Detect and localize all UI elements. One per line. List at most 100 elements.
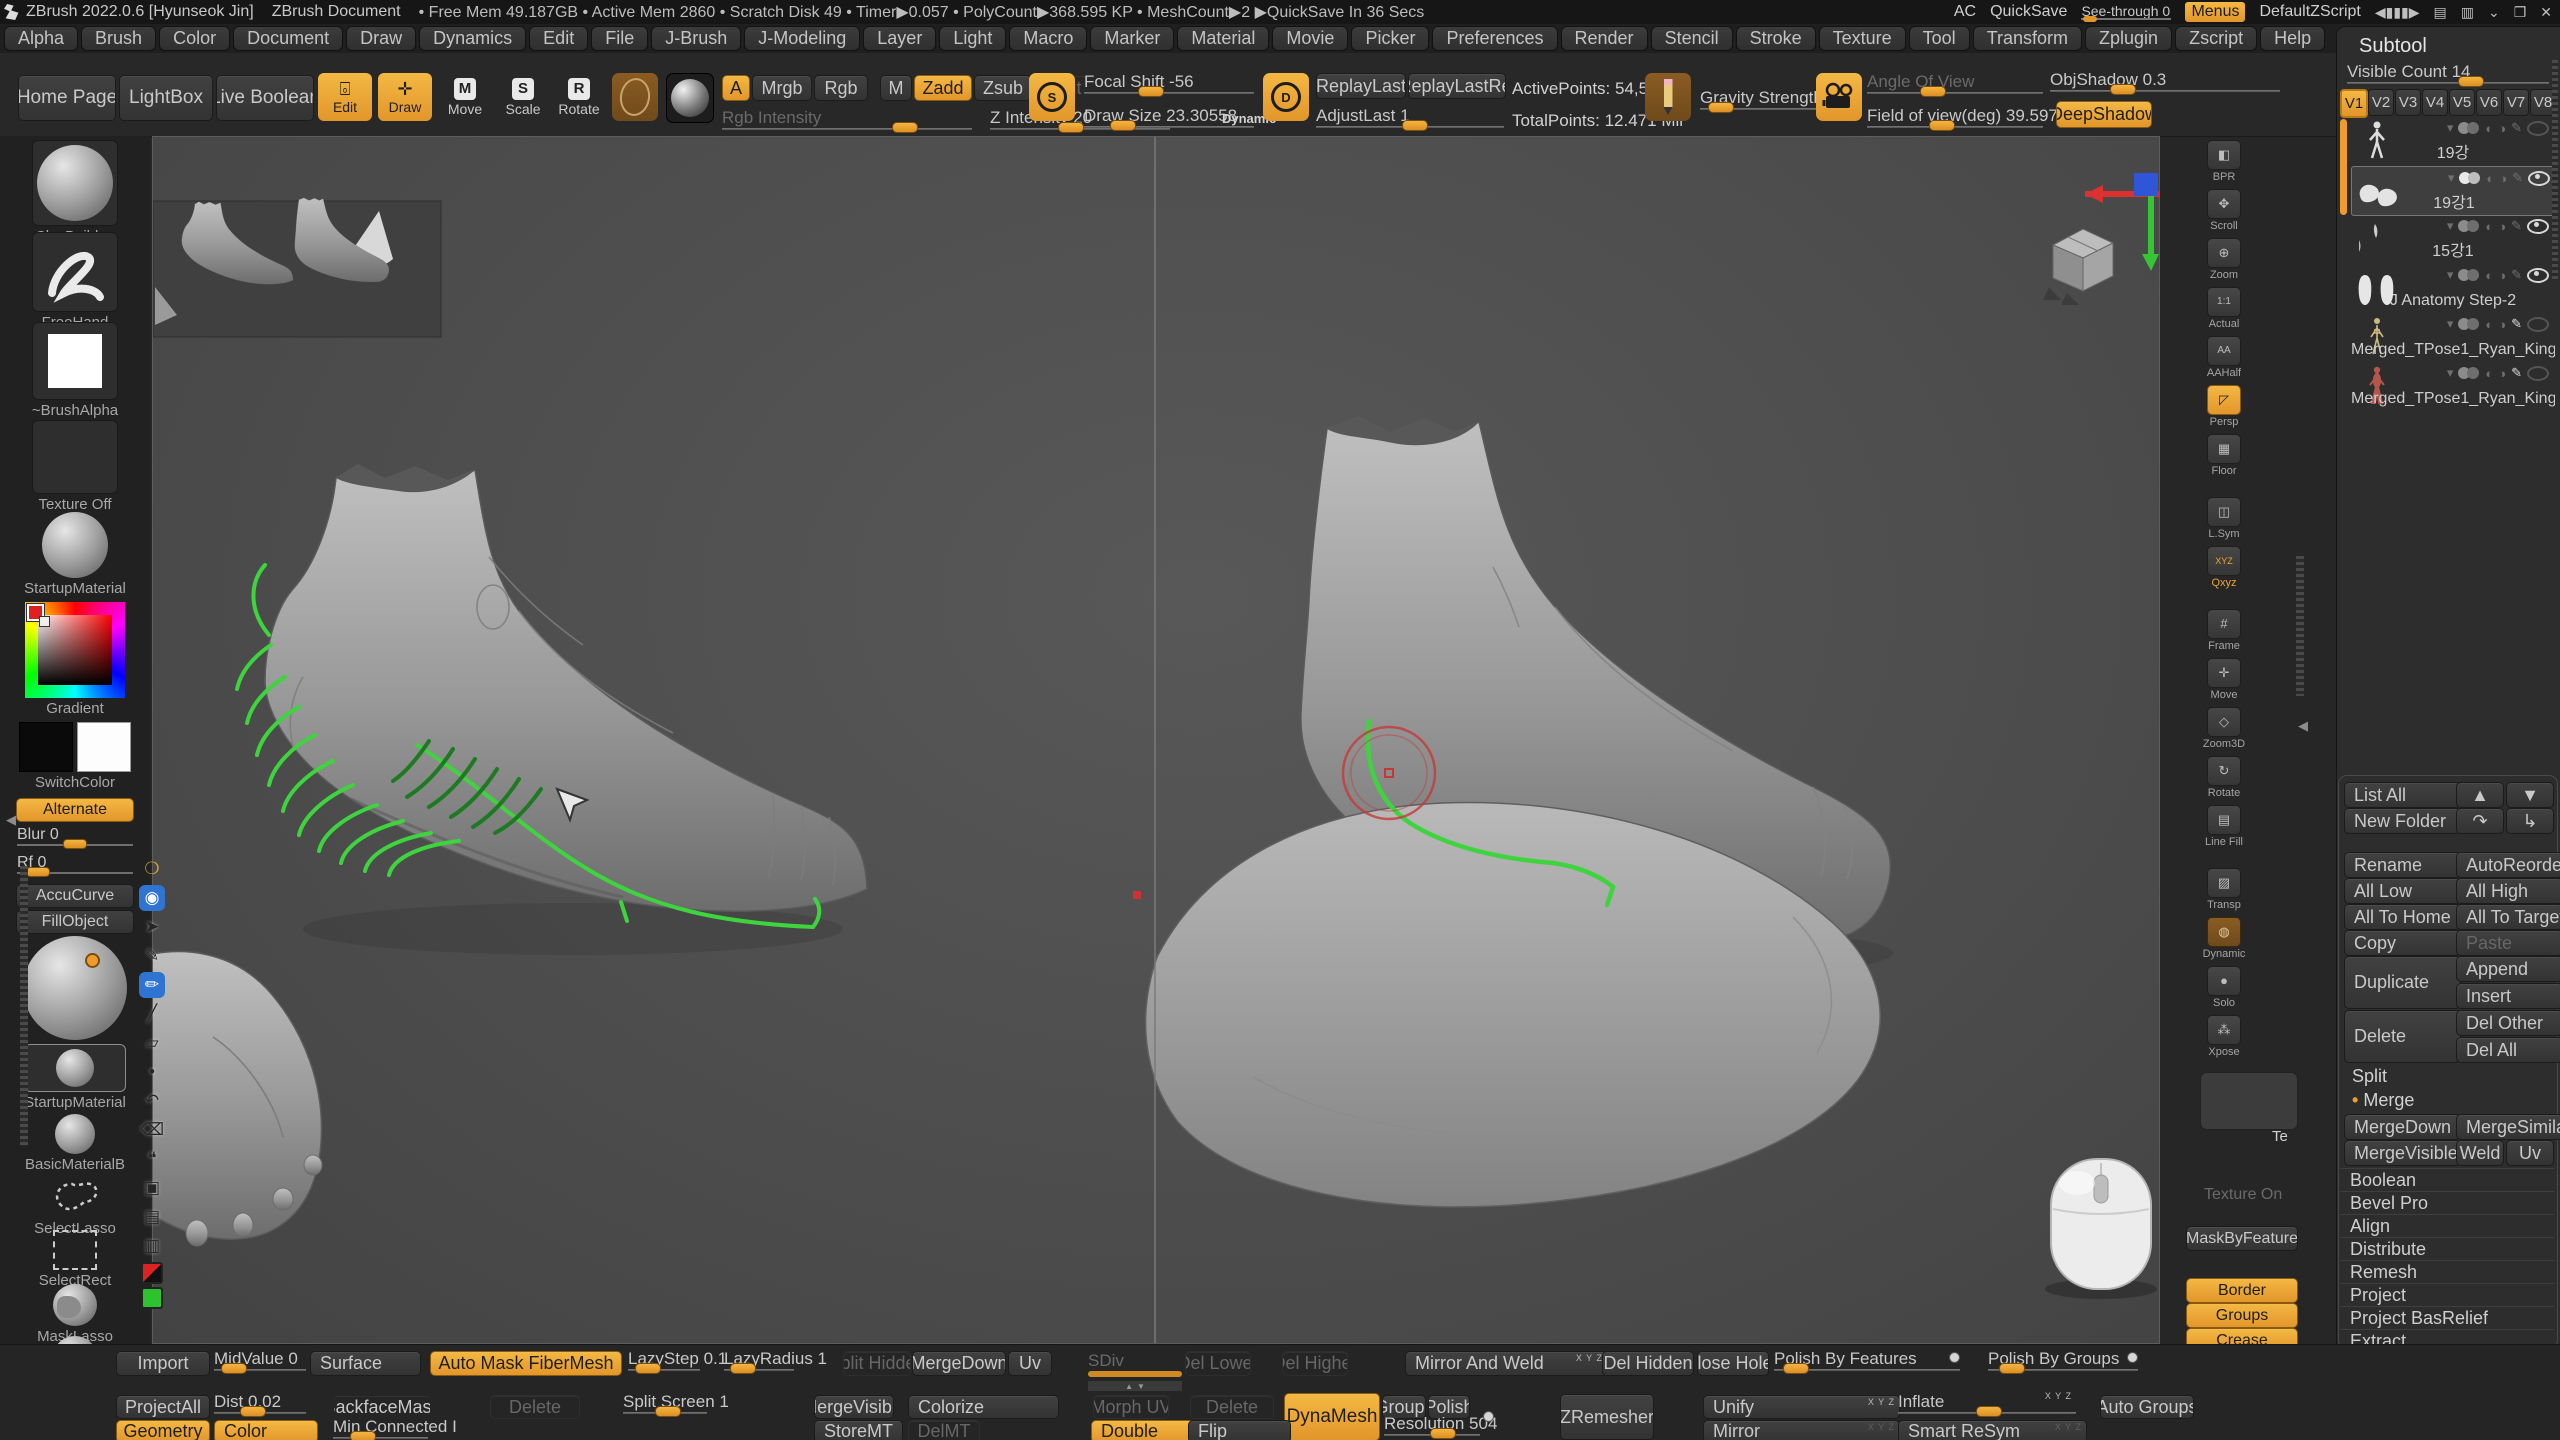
timeline-scrub-icon[interactable]: ◀▮▮▮▶ bbox=[2375, 4, 2420, 21]
current-alpha-thumbnail[interactable] bbox=[612, 73, 658, 121]
del-higher-button[interactable]: Del Higher bbox=[1282, 1351, 1348, 1376]
green-swatch[interactable] bbox=[141, 1287, 163, 1309]
all-low-button[interactable]: All Low bbox=[2344, 878, 2461, 904]
aahalf-button[interactable]: AAAAHalf bbox=[2207, 336, 2241, 379]
menu-item[interactable]: Layer bbox=[863, 26, 936, 51]
close-holes-button[interactable]: Close Holes bbox=[1697, 1351, 1769, 1376]
all-to-target-button[interactable]: All To Target bbox=[2456, 904, 2560, 930]
paste-button[interactable]: Paste bbox=[2456, 930, 2560, 956]
red-swatch[interactable] bbox=[141, 1262, 163, 1284]
merge-visible-button[interactable]: MergeVisible bbox=[2344, 1140, 2461, 1166]
visible-count-slider[interactable]: Visible Count 14 bbox=[2347, 63, 2549, 87]
double-button[interactable]: Double bbox=[1091, 1420, 1195, 1440]
switch-color[interactable]: SwitchColor bbox=[12, 722, 138, 791]
menu-item[interactable]: Marker bbox=[1090, 26, 1174, 51]
menu-item[interactable]: Edit bbox=[529, 26, 588, 51]
rotate-button[interactable]: R Rotate bbox=[552, 73, 606, 121]
duplicate-button[interactable]: Duplicate bbox=[2344, 956, 2461, 1009]
highlighter-icon[interactable]: ✏ bbox=[139, 972, 165, 998]
menu-item[interactable]: Color bbox=[159, 26, 230, 51]
actual-button[interactable]: 1:1Actual bbox=[2207, 287, 2241, 330]
v2-button[interactable]: V2 bbox=[2368, 89, 2394, 116]
v1-button[interactable]: V1 bbox=[2340, 89, 2368, 118]
delete-dim-button[interactable]: Delete bbox=[490, 1395, 580, 1419]
image-icon[interactable]: ▣ bbox=[139, 1175, 165, 1201]
bpr-button[interactable]: ◧BPR bbox=[2207, 140, 2241, 183]
midvalue-slider[interactable]: MidValue 0 bbox=[214, 1350, 306, 1374]
resolution-slider[interactable]: Resolution 504 bbox=[1384, 1415, 1480, 1439]
transp-button[interactable]: ▨Transp bbox=[2207, 868, 2241, 911]
mask-by-feature-button[interactable]: MaskByFeature bbox=[2186, 1226, 2298, 1251]
subtool-row[interactable]: ▾◐◑✎ 19강 bbox=[2351, 117, 2555, 165]
undo-icon[interactable]: ↶ bbox=[139, 1088, 165, 1114]
menu-item[interactable]: Alpha bbox=[4, 26, 78, 51]
move-into-folder-button[interactable]: ↳ bbox=[2506, 808, 2554, 834]
menu-item[interactable]: Help bbox=[2260, 26, 2325, 51]
auto-mask-fibermesh-button[interactable]: Auto Mask FiberMesh bbox=[430, 1351, 622, 1376]
menu-item[interactable]: Texture bbox=[1819, 26, 1906, 51]
lazy-mouse-pencil-icon[interactable] bbox=[1645, 73, 1691, 121]
groups-button[interactable]: Groups bbox=[2186, 1303, 2298, 1328]
move3d-button[interactable]: ✛Move bbox=[2207, 658, 2241, 701]
all-to-home-button[interactable]: All To Home bbox=[2344, 904, 2461, 930]
split-section-label[interactable]: Split bbox=[2352, 1066, 2387, 1087]
zremesher-button[interactable]: ZRemesher bbox=[1560, 1394, 1654, 1440]
v4-button[interactable]: V4 bbox=[2422, 89, 2448, 116]
qxyz-button[interactable]: XYZQxyz bbox=[2207, 546, 2241, 589]
draw-button[interactable]: ✛ Draw bbox=[378, 73, 432, 121]
subtool-row-selected[interactable]: ▾◐◑✎ 19강1 bbox=[2351, 166, 2557, 216]
inflate-slider[interactable]: InflateX Y Z bbox=[1898, 1393, 2076, 1417]
field-of-view-slider[interactable]: Field of view(deg) 39.59775 bbox=[1867, 107, 2043, 131]
polish-by-groups-slider[interactable]: Polish By Groups bbox=[1988, 1350, 2138, 1374]
accucurve-button[interactable]: AccuCurve bbox=[16, 884, 134, 908]
quicksave-button[interactable]: QuickSave bbox=[1990, 3, 2067, 21]
deep-shadow-button[interactable]: DeepShadow bbox=[2056, 101, 2152, 128]
zsub-button[interactable]: Zsub bbox=[974, 75, 1032, 101]
material-startup-2[interactable]: StartupMaterial bbox=[12, 1044, 138, 1111]
merge-section-label[interactable]: • Merge bbox=[2352, 1090, 2414, 1111]
subtool-row[interactable]: ▾◐◑✎ Merged_TPose1_Ryan_Kingslier bbox=[2351, 362, 2555, 410]
cursor-icon[interactable]: ➤ bbox=[139, 914, 165, 940]
menu-item[interactable]: Light bbox=[939, 26, 1006, 51]
lightbulb-icon[interactable]: ❍ bbox=[139, 856, 165, 882]
right-scroll-strip[interactable] bbox=[2296, 556, 2304, 696]
projectall-button[interactable]: ProjectAll bbox=[116, 1395, 210, 1419]
sdiv-label[interactable]: SDiv bbox=[1088, 1351, 1124, 1371]
v3-button[interactable]: V3 bbox=[2395, 89, 2421, 116]
v5-button[interactable]: V5 bbox=[2449, 89, 2475, 116]
rgb-intensity-slider[interactable]: Rgb Intensity bbox=[722, 109, 972, 133]
menu-item[interactable]: Preferences bbox=[1432, 26, 1557, 51]
menu-item[interactable]: Document bbox=[233, 26, 343, 51]
auto-reorder-button[interactable]: AutoReorder bbox=[2456, 852, 2560, 878]
copy-button[interactable]: Copy bbox=[2344, 930, 2461, 956]
del-lower-button[interactable]: Del Lower bbox=[1185, 1351, 1251, 1376]
scale-button[interactable]: S Scale bbox=[496, 73, 550, 121]
align-button[interactable]: Align bbox=[2340, 1214, 2554, 1237]
brush-select-rect[interactable]: SelectRect bbox=[12, 1230, 138, 1289]
color-picker-hue-ring[interactable] bbox=[25, 602, 125, 698]
panel-scrollbar[interactable] bbox=[2552, 60, 2558, 280]
menu-item[interactable]: Tool bbox=[1909, 26, 1970, 51]
lightbox-button[interactable]: LightBox bbox=[119, 75, 213, 121]
mergevisible-button-bottom[interactable]: MergeVisible bbox=[814, 1395, 894, 1419]
mergedown-button-bottom[interactable]: MergeDown bbox=[912, 1351, 1006, 1376]
weld-button[interactable]: Weld bbox=[2456, 1140, 2504, 1166]
subtool-row[interactable]: ▾◐◑✎ 15강1 bbox=[2351, 215, 2555, 263]
menu-item[interactable]: Brush bbox=[81, 26, 156, 51]
edit-button[interactable]: ⌻ Edit bbox=[318, 73, 372, 121]
xpose-button[interactable]: ⁂Xpose bbox=[2207, 1015, 2241, 1058]
gradient-toggle[interactable]: Gradient bbox=[12, 700, 138, 717]
ac-button[interactable]: AC bbox=[1954, 3, 1976, 21]
rotate3d-button[interactable]: ↻Rotate bbox=[2207, 756, 2241, 799]
dynamic-button[interactable]: ◍Dynamic bbox=[2203, 917, 2246, 960]
del-hidden-button[interactable]: Del Hidden bbox=[1602, 1351, 1694, 1376]
clipboard-icon[interactable]: ▥ bbox=[139, 1233, 165, 1259]
mirror-and-weld-button[interactable]: Mirror And WeldX Y Z bbox=[1405, 1351, 1608, 1376]
polish-mode-dot[interactable] bbox=[1949, 1352, 1960, 1363]
layout-icon-2[interactable]: ▥ bbox=[2461, 4, 2474, 21]
unify-button[interactable]: UnifyX Y Z bbox=[1703, 1395, 1900, 1419]
rgb-button[interactable]: Rgb bbox=[814, 75, 868, 101]
min-connected-slider[interactable]: Min Connected I bbox=[333, 1418, 428, 1440]
menu-item[interactable]: Stencil bbox=[1651, 26, 1733, 51]
zoom-button[interactable]: ⊕Zoom bbox=[2207, 238, 2241, 281]
